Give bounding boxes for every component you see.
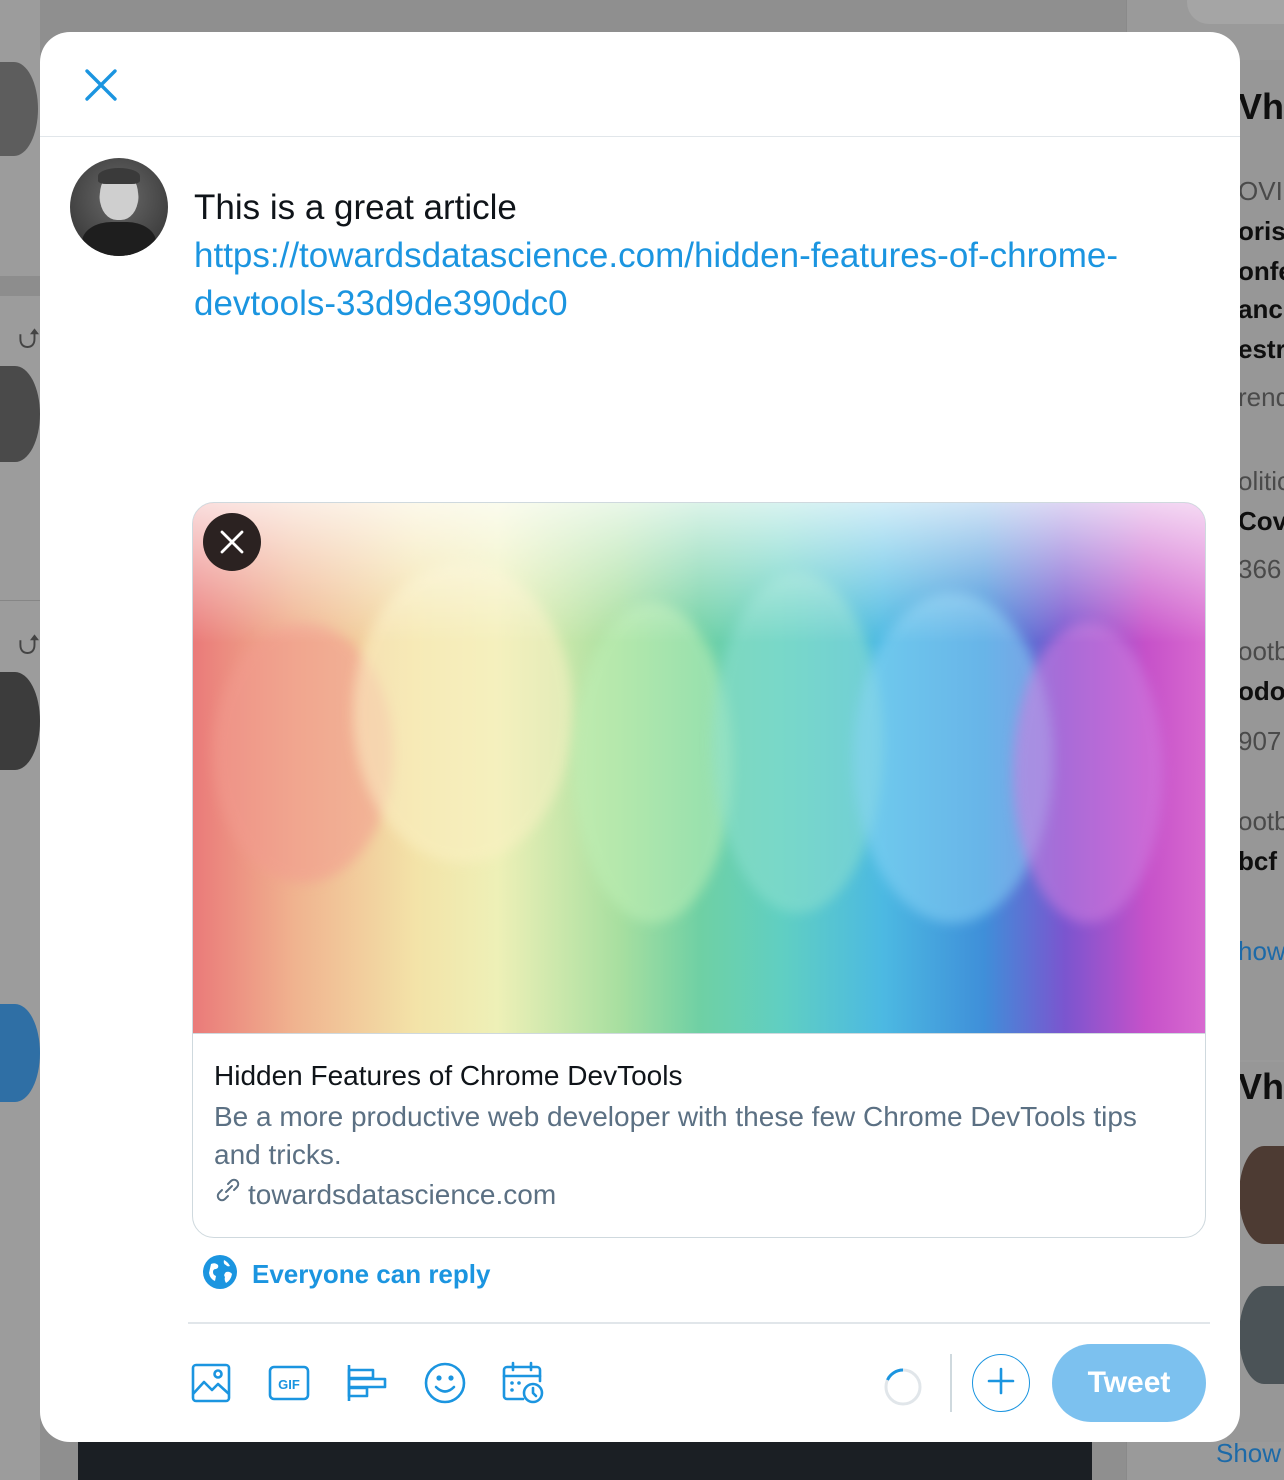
poll-icon[interactable] <box>344 1360 390 1406</box>
background-sidebar-text: ootb <box>1238 806 1284 836</box>
schedule-icon[interactable] <box>500 1360 546 1406</box>
background-timeline-left: ⮍ ⮍ <box>0 0 40 1480</box>
background-media <box>78 1442 1092 1480</box>
background-sidebar-text: onfe <box>1238 256 1284 286</box>
divider <box>188 1322 1210 1324</box>
retweet-icon: ⮍ <box>18 629 41 660</box>
toolbar-separator <box>950 1354 952 1412</box>
remove-card-icon[interactable] <box>203 513 261 571</box>
background-avatar <box>0 672 40 770</box>
background-sidebar-text: Vho <box>1238 1066 1284 1107</box>
card-domain: towardsdatascience.com <box>214 1176 1187 1214</box>
modal-header <box>40 32 1240 137</box>
avatar[interactable] <box>70 158 168 256</box>
emoji-icon[interactable] <box>422 1360 468 1406</box>
image-icon[interactable] <box>188 1360 234 1406</box>
tweet-text-input[interactable]: This is a great article https://towardsd… <box>194 184 1204 328</box>
plus-icon <box>986 1366 1016 1401</box>
retweet-icon: ⮍ <box>18 323 41 354</box>
background-sidebar-text: rend <box>1238 382 1284 412</box>
card-title: Hidden Features of Chrome DevTools <box>214 1060 683 1091</box>
background-sidebar-text: Show <box>1216 1438 1282 1468</box>
card-description: Be a more productive web developer with … <box>214 1101 1137 1170</box>
globe-icon <box>202 1254 238 1295</box>
close-icon[interactable] <box>78 62 124 108</box>
card-image <box>193 503 1205 1033</box>
background-sidebar-text: estr <box>1238 334 1284 364</box>
background-sidebar-text: anc <box>1238 294 1283 324</box>
card-body: Hidden Features of Chrome DevTools Be a … <box>193 1033 1205 1237</box>
add-tweet-button[interactable] <box>972 1354 1030 1412</box>
background-sidebar-text: 907 <box>1238 726 1282 756</box>
card-domain-text: towardsdatascience.com <box>248 1179 557 1210</box>
link-icon <box>214 1176 242 1214</box>
background-sidebar-text: Vha <box>1238 86 1284 127</box>
character-progress-ring <box>882 1366 924 1408</box>
background-sidebar-text: odo <box>1238 676 1284 706</box>
link-preview-card[interactable]: Hidden Features of Chrome DevTools Be a … <box>192 502 1206 1238</box>
background-sidebar-text: 366 <box>1238 554 1282 584</box>
svg-text:GIF: GIF <box>278 1377 300 1392</box>
tweet-button[interactable]: Tweet <box>1052 1344 1206 1422</box>
background-sidebar-text: olitic <box>1238 466 1284 496</box>
gif-icon[interactable]: GIF <box>266 1360 312 1406</box>
tweet-text: This is a great article <box>194 188 517 227</box>
background-sidebar-text: ootb <box>1238 636 1284 666</box>
background-sidebar-text: bcf <box>1238 846 1277 876</box>
background-avatar <box>0 366 40 462</box>
compose-tweet-modal: This is a great article https://towardsd… <box>40 32 1240 1442</box>
reply-setting-button[interactable]: Everyone can reply <box>202 1254 490 1294</box>
reply-setting-label: Everyone can reply <box>252 1258 491 1289</box>
background-sidebar-text: oris <box>1238 216 1284 246</box>
background-avatar <box>0 62 38 156</box>
background-avatar <box>0 1004 40 1102</box>
background-sidebar-text: how <box>1238 936 1284 966</box>
tweet-link: https://towardsdatascience.com/hidden-fe… <box>194 236 1119 323</box>
background-sidebar-text: Cov <box>1238 506 1284 536</box>
background-sidebar-text: OVID <box>1238 176 1284 206</box>
